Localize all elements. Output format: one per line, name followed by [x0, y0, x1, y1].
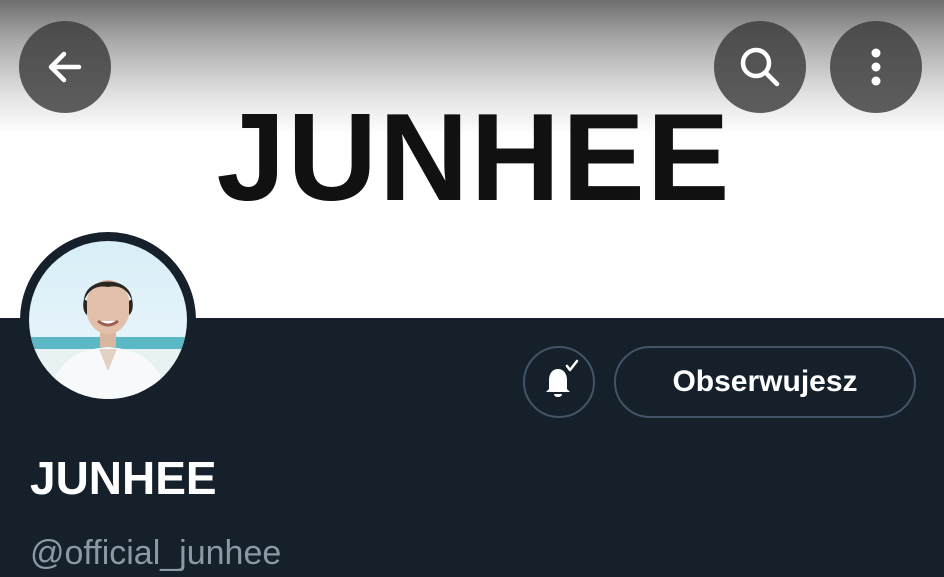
banner-logo-text: JUNHEE [216, 89, 732, 227]
profile-display-name: JUNHEE [30, 452, 217, 504]
bell-check-icon [537, 358, 581, 407]
avatar-ring [20, 232, 196, 408]
more-vertical-icon [866, 43, 886, 91]
following-button[interactable]: Obserwujesz [614, 346, 916, 418]
back-button[interactable] [19, 21, 111, 113]
avatar[interactable] [29, 241, 187, 399]
arrow-left-icon [43, 45, 87, 89]
profile-handle: @official_junhee [30, 534, 282, 572]
search-button[interactable] [714, 21, 806, 113]
more-options-button[interactable] [830, 21, 922, 113]
avatar-photo [29, 241, 187, 399]
notifications-button[interactable] [523, 346, 595, 418]
search-icon [736, 43, 784, 91]
